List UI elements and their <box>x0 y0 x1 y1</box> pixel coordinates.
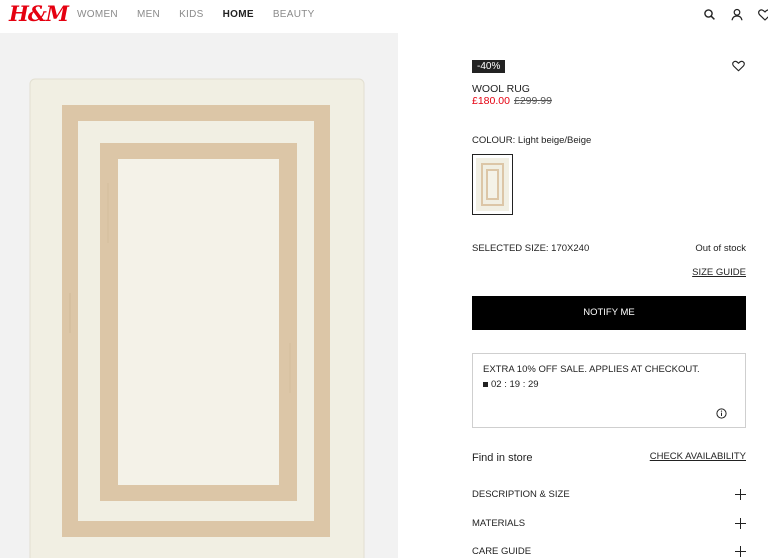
colour-label: COLOUR: Light beige/Beige <box>472 135 592 146</box>
nav-item-kids[interactable]: KIDS <box>179 9 204 21</box>
accordion-materials[interactable]: MATERIALS <box>472 517 746 531</box>
product-image[interactable] <box>0 33 398 558</box>
stock-status: Out of stock <box>695 243 746 254</box>
hm-logo[interactable]: H&M <box>9 3 69 25</box>
plus-icon <box>735 518 746 529</box>
main-nav: WOMEN MEN KIDS HOME BEAUTY <box>77 9 334 21</box>
accordion-label: CARE GUIDE <box>472 546 532 557</box>
find-in-store-label: Find in store <box>472 452 533 464</box>
account-icon[interactable] <box>729 7 745 23</box>
original-price: £299.99 <box>514 95 552 107</box>
nav-item-beauty[interactable]: BEAUTY <box>273 9 315 21</box>
accordion-care-guide[interactable]: CARE GUIDE <box>472 545 746 558</box>
plus-icon <box>735 546 746 557</box>
nav-item-home[interactable]: HOME <box>223 9 254 21</box>
size-guide-link[interactable]: SIZE GUIDE <box>692 267 746 278</box>
swatch-thumbnail <box>476 158 509 211</box>
timer-bullet <box>483 382 488 387</box>
add-to-favourites-heart-icon[interactable] <box>731 59 746 73</box>
site-header: H&M WOMEN MEN KIDS HOME BEAUTY <box>0 0 768 32</box>
notify-me-button[interactable]: NOTIFY ME <box>472 296 746 330</box>
countdown-timer: 02 : 19 : 29 <box>483 379 539 390</box>
search-icon[interactable] <box>702 7 718 23</box>
promo-text: EXTRA 10% OFF SALE. APPLIES AT CHECKOUT. <box>483 364 700 375</box>
check-availability-link[interactable]: CHECK AVAILABILITY <box>650 451 746 462</box>
product-name: WOOL RUG <box>472 83 530 95</box>
discount-badge: -40% <box>472 60 506 73</box>
header-icons <box>688 7 768 23</box>
favourites-icon[interactable] <box>757 7 768 23</box>
colour-swatch-light-beige[interactable] <box>472 154 513 215</box>
sale-price: £180.00 <box>472 95 510 107</box>
plus-icon <box>735 489 746 500</box>
timer-value: 02 : 19 : 29 <box>491 379 539 390</box>
accordion-label: DESCRIPTION & SIZE <box>472 489 570 500</box>
selected-size: SELECTED SIZE: 170X240 <box>472 243 590 254</box>
accordion-description-size[interactable]: DESCRIPTION & SIZE <box>472 488 746 502</box>
accordion-label: MATERIALS <box>472 518 526 529</box>
rug-illustration <box>0 33 398 558</box>
nav-item-men[interactable]: MEN <box>137 9 160 21</box>
nav-item-women[interactable]: WOMEN <box>77 9 118 21</box>
promo-box: EXTRA 10% OFF SALE. APPLIES AT CHECKOUT.… <box>472 353 746 428</box>
info-icon[interactable] <box>716 406 727 419</box>
